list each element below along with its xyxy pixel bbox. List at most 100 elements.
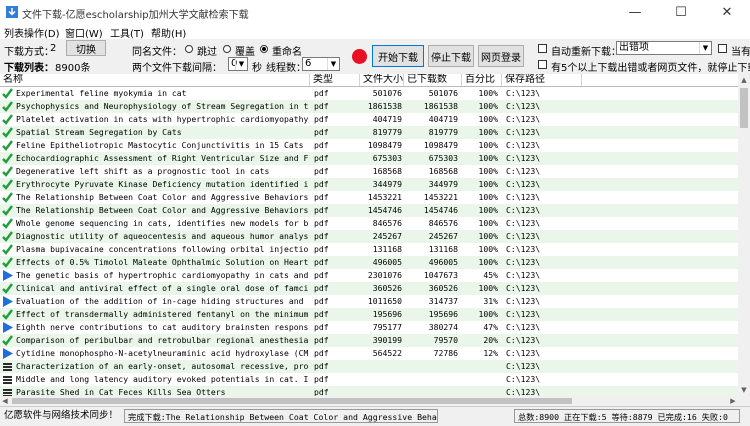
maximize-icon: ☐ (675, 4, 687, 20)
menu-tools[interactable]: 工具(T) (110, 25, 144, 40)
cell-name: Clinical and antiviral effect of a singl… (16, 283, 308, 293)
table-row[interactable]: The Relationship Between Coat Color and … (0, 191, 738, 204)
scroll-down-icon[interactable]: ▼ (738, 384, 750, 396)
interval-label: 两个文件下载间隔： (132, 63, 222, 74)
cell-type: pdf (314, 192, 329, 202)
cell-downloaded (414, 360, 458, 373)
cell-type: pdf (314, 166, 329, 176)
title-bar: 文件下载-亿愿escholarship加州大学文献检索下载 — ☐ ✕ (0, 0, 750, 24)
close-button[interactable]: ✕ (704, 0, 750, 24)
table-row[interactable]: Experimental feline myokymia in cat pdf 50… (0, 87, 738, 100)
cell-path: C:\123\ (506, 127, 541, 137)
start-download-button[interactable]: 开始下载 (372, 45, 424, 67)
cell-name: Echocardiographic Assessment of Right Ve… (16, 153, 308, 163)
scroll-thumb[interactable] (740, 88, 748, 128)
cell-path: C:\123\ (506, 114, 541, 124)
cell-downloaded: 72786 (433, 348, 458, 358)
download-list-label: 下载列表： (4, 63, 54, 74)
table-row[interactable]: Clinical and antiviral effect of a singl… (0, 282, 738, 295)
radio-skip[interactable] (185, 45, 193, 53)
scroll-right-icon[interactable]: ▶ (728, 396, 738, 406)
table-row[interactable]: Effect of transdermally administered fen… (0, 308, 738, 321)
cell-type: pdf (314, 270, 329, 280)
table-row[interactable]: Psychophysics and Neurophysiology of Str… (0, 100, 738, 113)
column-header-size[interactable]: 文件大小 (360, 74, 404, 86)
scroll-up-icon[interactable]: ▲ (738, 74, 750, 86)
table-row[interactable]: Platelet activation in cats with hypertr… (0, 113, 738, 126)
column-header-type[interactable]: 类型 (310, 74, 360, 86)
column-header-name[interactable]: 名称 (0, 74, 310, 86)
table-row[interactable]: Parasite Shed in Cat Feces Kills Sea Ott… (0, 386, 738, 396)
cell-name: Effects of 0.5% Timolol Maleate Ophthalm… (16, 257, 308, 267)
cell-path: C:\123\ (506, 335, 541, 345)
auto-redownload-checkbox[interactable] (538, 44, 547, 53)
cell-size: 675303 (372, 153, 402, 163)
switch-button[interactable]: 切换 (66, 40, 106, 56)
radio-overwrite-label: 覆盖 (235, 47, 255, 58)
table-row[interactable]: Comparison of peribulbar and retrobulbar… (0, 334, 738, 347)
column-header-path[interactable]: 保存路径 (502, 74, 582, 86)
radio-overwrite[interactable] (223, 45, 231, 53)
column-header-downloaded[interactable]: 已下载数 (404, 74, 462, 86)
cell-path: C:\123\ (506, 244, 541, 254)
menu-window[interactable]: 窗口(W) (65, 25, 103, 40)
stop-download-button[interactable]: 停止下载 (428, 45, 474, 67)
cell-size: 1011650 (367, 296, 402, 306)
table-row[interactable]: Effects of 0.5% Timolol Maleate Ophthalm… (0, 256, 738, 269)
table-row[interactable]: Spatial Stream Segregation by Cats pdf 819… (0, 126, 738, 139)
auto-redownload-select[interactable]: 出错项 ▼ (616, 41, 712, 55)
cell-size: 404719 (372, 114, 402, 124)
table-row[interactable]: Feline Epitheliotropic Mastocytic Conjun… (0, 139, 738, 152)
scroll-left-icon[interactable]: ◀ (0, 396, 10, 406)
cell-downloaded: 245267 (428, 231, 458, 241)
when-checkbox[interactable] (718, 44, 727, 53)
vertical-scrollbar[interactable]: ▲ ▼ (738, 74, 750, 396)
radio-rename[interactable] (260, 45, 268, 53)
cell-type: pdf (314, 335, 329, 345)
cell-downloaded: 1047673 (423, 270, 458, 280)
cell-path: C:\123\ (506, 309, 541, 319)
table-row[interactable]: Diagnostic utility of aqueocentesis and … (0, 230, 738, 243)
threads-select[interactable]: 6 ▼ (302, 57, 340, 71)
table-row[interactable]: Degenerative left shift as a prognostic … (0, 165, 738, 178)
column-header-percent[interactable]: 百分比 (462, 74, 502, 86)
stop-on-errors-checkbox[interactable] (538, 60, 547, 69)
horizontal-scrollbar[interactable]: ◀ ▶ (0, 396, 738, 406)
cell-percent: 100% (478, 179, 499, 189)
table-row[interactable]: Cytidine monophospho-N-acetylneuraminic … (0, 347, 738, 360)
list-icon (3, 389, 12, 396)
menu-help[interactable]: 帮助(H) (151, 25, 186, 40)
cell-percent: 100% (478, 205, 499, 215)
minimize-button[interactable]: — (612, 0, 658, 24)
hscroll-thumb[interactable] (12, 398, 572, 404)
cell-type: pdf (314, 387, 329, 396)
cell-name: Psychophysics and Neurophysiology of Str… (16, 101, 308, 111)
cell-path: C:\123\ (506, 361, 541, 371)
menu-list-ops[interactable]: 列表操作(D) (4, 25, 60, 40)
minimize-icon: — (628, 4, 642, 20)
table-row[interactable]: Echocardiographic Assessment of Right Ve… (0, 152, 738, 165)
menu-bar: 列表操作(D) 窗口(W) 工具(T) 帮助(H) (0, 24, 750, 40)
table-row[interactable]: The Relationship Between Coat Color and … (0, 204, 738, 217)
maximize-button[interactable]: ☐ (658, 0, 704, 24)
cell-size: 131168 (372, 244, 402, 254)
cell-percent: 100% (478, 101, 499, 111)
web-login-button[interactable]: 网页登录 (478, 45, 524, 67)
check-icon (2, 127, 13, 138)
table-row[interactable]: The genetic basis of hypertrophic cardio… (0, 269, 738, 282)
table-row[interactable]: Erythrocyte Pyruvate Kinase Deficiency m… (0, 178, 738, 191)
table-row[interactable]: Middle and long latency auditory evoked … (0, 373, 738, 386)
table-row[interactable]: Whole genome sequencing in cats, identif… (0, 217, 738, 230)
status-slogan: 亿愿软件与网络技术同步！ (4, 410, 119, 421)
cell-downloaded (414, 386, 458, 396)
table-row[interactable]: Plasma bupivacaine concentrations follow… (0, 243, 738, 256)
table-row[interactable]: Characterization of an early-onset, auto… (0, 360, 738, 373)
cell-type: pdf (314, 283, 329, 293)
cell-downloaded (414, 373, 458, 386)
cell-downloaded: 380274 (428, 322, 458, 332)
chevron-down-icon: ▼ (235, 58, 247, 70)
when-label: 当有 (731, 47, 750, 58)
table-row[interactable]: Evaluation of the addition of in-cage hi… (0, 295, 738, 308)
interval-select[interactable]: 0 ▼ (228, 57, 248, 71)
table-row[interactable]: Eighth nerve contributions to cat audito… (0, 321, 738, 334)
